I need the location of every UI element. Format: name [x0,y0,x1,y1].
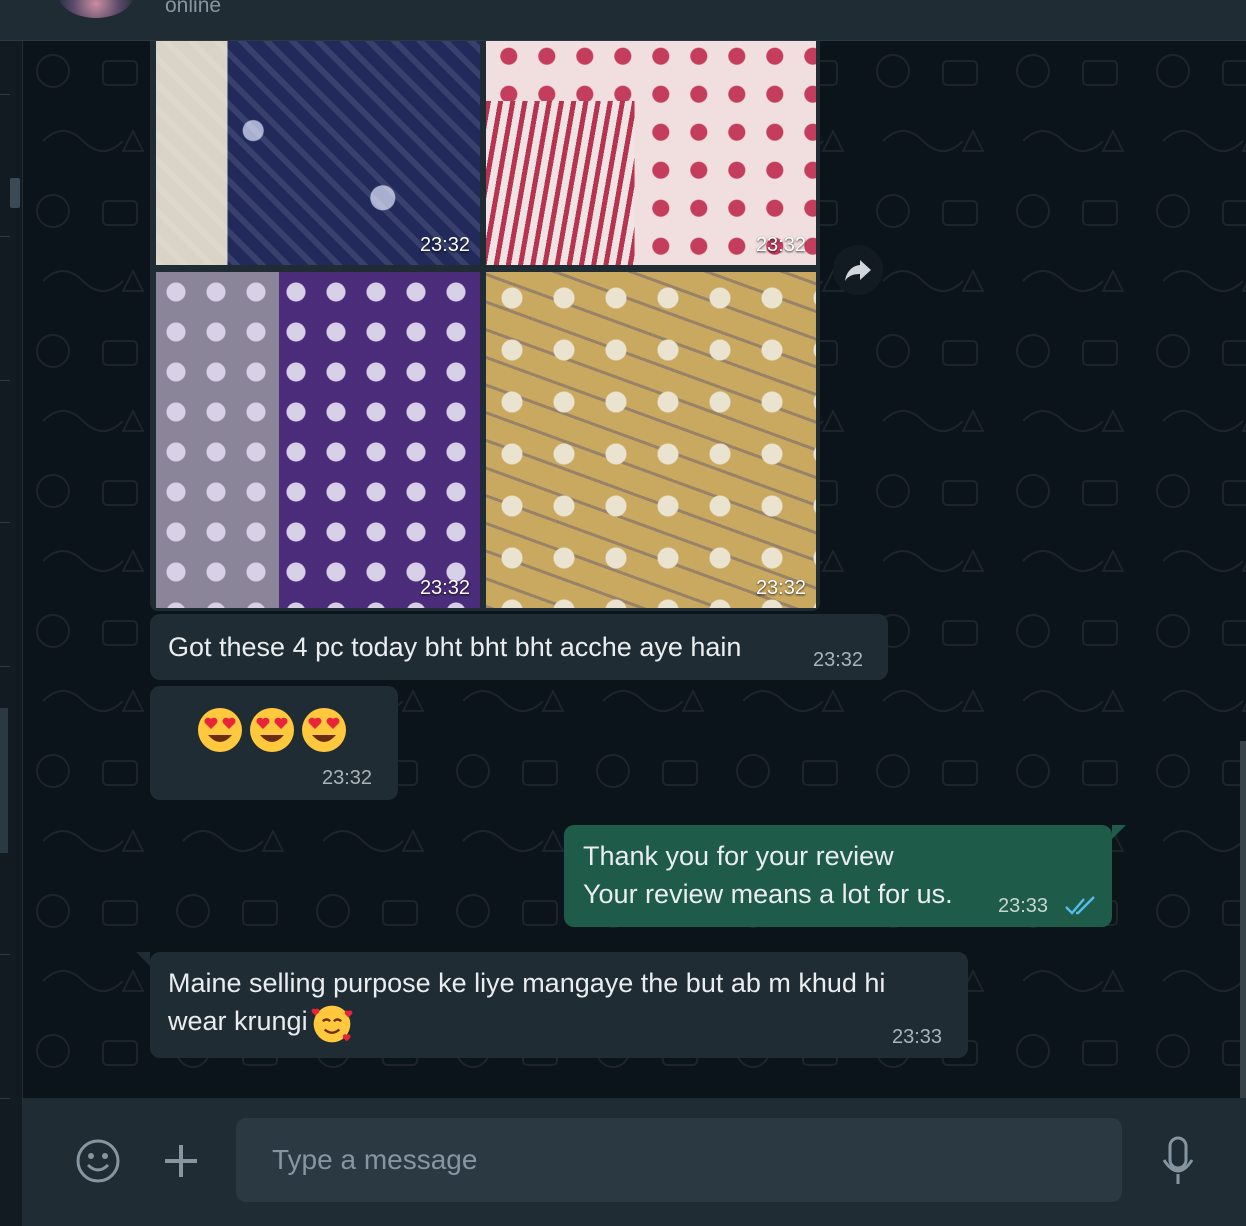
microphone-icon [1162,1136,1194,1184]
divider [0,666,10,667]
message-text: Thank you for your review Your review me… [583,841,953,909]
photo-timestamp: 23:32 [419,234,470,256]
message-list-scrollbar[interactable] [1240,741,1246,1098]
heart-eyes-emoji-icon [198,708,242,752]
chat-list-scroll-marker[interactable] [10,178,20,208]
message-time: 23:32 [813,649,864,671]
bubble-tail [136,952,150,966]
heart-eyes-emoji-icon [250,708,294,752]
emoji-row [196,706,348,756]
divider [0,236,10,237]
smiley-icon [76,1139,120,1183]
divider [0,380,10,381]
incoming-message[interactable]: Maine selling purpose ke liye mangaye th… [136,952,968,1058]
chat-list-scrollbar[interactable] [0,708,8,853]
divider [0,94,10,95]
heart-eyes-emoji-icon [302,708,346,752]
contact-avatar[interactable] [58,0,134,18]
photo-timestamp: 23:32 [755,577,806,599]
forward-button[interactable] [833,245,883,295]
outgoing-message[interactable]: Thank you for your review Your review me… [564,825,1126,927]
chat-header[interactable]: online [0,0,1246,41]
divider [0,522,10,523]
chat-list-edge [0,40,23,1226]
smiling-face-with-hearts-emoji-icon [311,1005,353,1043]
incoming-message[interactable]: Got these 4 pc today bht bht bht acche a… [150,614,888,680]
photo-thumbnail[interactable]: 23:32 [486,272,816,608]
photo-thumbnail[interactable]: 23:32 [156,272,480,608]
emoji-picker-button[interactable] [73,1136,123,1186]
divider [0,954,10,955]
message-text: Got these 4 pc today bht bht bht acche a… [168,632,742,662]
contact-status: online [165,0,222,17]
plus-icon [165,1145,197,1177]
message-list[interactable]: 23:32 23:32 23:32 23:32 Got these 4 pc t… [23,41,1246,1098]
message-composer [23,1098,1246,1226]
bubble-tail [1112,825,1126,839]
double-check-read-icon [1065,896,1095,915]
voice-message-button[interactable] [1153,1134,1203,1188]
attach-button[interactable] [156,1136,206,1186]
photo-thumbnail[interactable]: 23:32 [486,41,816,265]
incoming-message[interactable]: 23:32 [150,686,398,800]
forward-arrow-icon [845,260,871,281]
message-time: 23:32 [322,767,373,789]
message-time: 23:33 [998,895,1049,917]
message-input[interactable] [236,1118,1122,1202]
photo-timestamp: 23:32 [419,577,470,599]
photo-timestamp: 23:32 [755,234,806,256]
divider [0,1098,10,1099]
message-time: 23:33 [892,1026,943,1048]
message-text: Maine selling purpose ke liye mangaye th… [168,968,886,1036]
photo-thumbnail[interactable]: 23:32 [156,41,480,265]
